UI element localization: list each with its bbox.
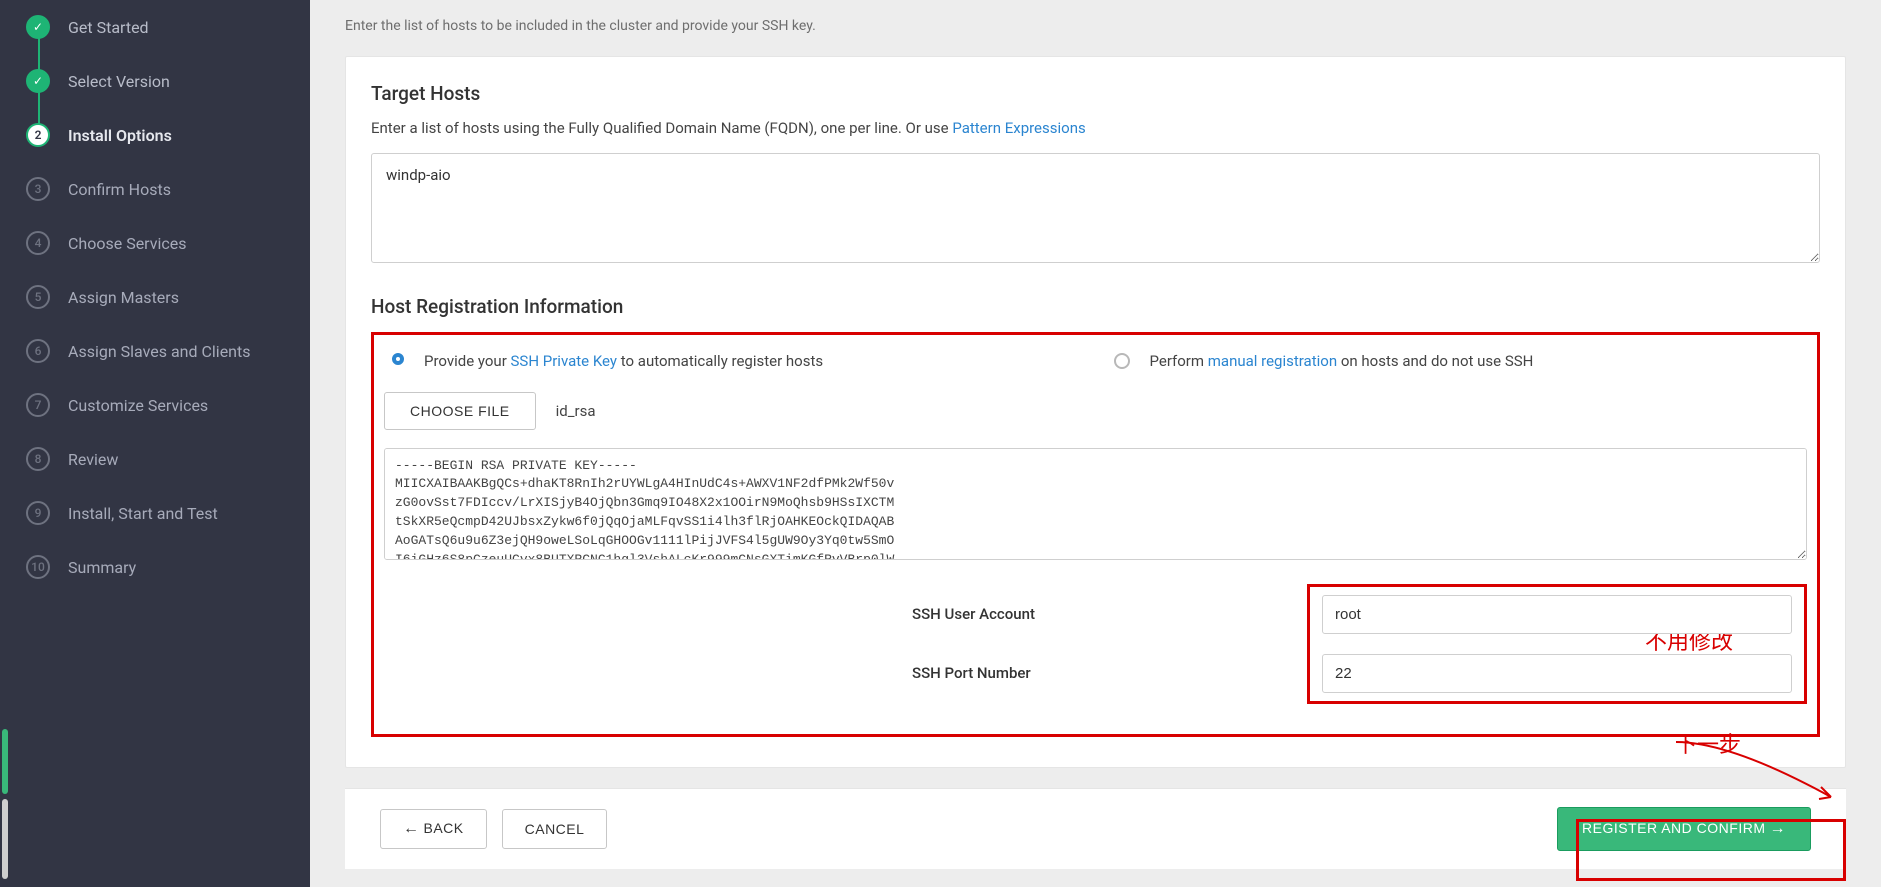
- registration-method-radios: Provide your SSH Private Key to automati…: [374, 345, 1817, 378]
- radio-label: Provide your SSH Private Key to automati…: [424, 350, 823, 373]
- step-number-icon: 3: [26, 177, 50, 201]
- ssh-port-row: SSH Port Number: [1322, 654, 1792, 693]
- target-hosts-title: Target Hosts: [371, 82, 1820, 105]
- text: Provide your: [424, 352, 511, 370]
- host-registration-title: Host Registration Information: [371, 295, 1820, 318]
- main-content: Enter the list of hosts to be included i…: [310, 0, 1881, 887]
- wizard-step-summary[interactable]: 10 Summary: [0, 540, 310, 594]
- ssh-key-textarea[interactable]: [384, 448, 1807, 560]
- wizard-step-label: Get Started: [68, 18, 149, 37]
- wizard-step-label: Install, Start and Test: [68, 504, 218, 523]
- ssh-user-input[interactable]: [1322, 595, 1792, 634]
- ssh-port-input[interactable]: [1322, 654, 1792, 693]
- scrollbar-track[interactable]: [2, 799, 8, 879]
- wizard-step-install-start-test[interactable]: 9 Install, Start and Test: [0, 486, 310, 540]
- text: Perform: [1150, 352, 1208, 370]
- text: to automatically register hosts: [617, 352, 823, 370]
- choose-file-button[interactable]: CHOOSE FILE: [384, 392, 536, 430]
- target-hosts-textarea[interactable]: [371, 153, 1820, 263]
- footer-left-buttons: ←BACK CANCEL: [380, 809, 607, 849]
- chosen-file-name: id_rsa: [556, 402, 596, 420]
- wizard-step-confirm-hosts[interactable]: 3 Confirm Hosts: [0, 162, 310, 216]
- wizard-step-select-version[interactable]: ✓ Select Version: [0, 54, 310, 108]
- step-number-icon: 4: [26, 231, 50, 255]
- install-options-card: Target Hosts Enter a list of hosts using…: [345, 56, 1846, 768]
- radio-label: Perform manual registration on hosts and…: [1150, 350, 1534, 373]
- step-number-icon: 6: [26, 339, 50, 363]
- footer-right: REGISTER AND CONFIRM →: [1557, 807, 1811, 851]
- annotation-highlight-box: Provide your SSH Private Key to automati…: [371, 332, 1820, 737]
- wizard-step-choose-services[interactable]: 4 Choose Services: [0, 216, 310, 270]
- step-number-icon: 2: [26, 123, 50, 147]
- page-subtitle: Enter the list of hosts to be included i…: [310, 0, 1881, 56]
- manual-registration-link[interactable]: manual registration: [1208, 352, 1337, 370]
- check-icon: ✓: [26, 69, 50, 93]
- wizard-step-install-options[interactable]: 2 Install Options: [0, 108, 310, 162]
- wizard-step-label: Assign Masters: [68, 288, 179, 307]
- annotation-inner-highlight: 不用修改 SSH User Account SSH Port Number: [1307, 584, 1807, 704]
- step-number-icon: 10: [26, 555, 50, 579]
- step-number-icon: 7: [26, 393, 50, 417]
- wizard-step-label: Assign Slaves and Clients: [68, 342, 251, 361]
- back-button[interactable]: ←BACK: [380, 809, 487, 849]
- arrow-left-icon: ←: [403, 820, 420, 837]
- wizard-step-assign-masters[interactable]: 5 Assign Masters: [0, 270, 310, 324]
- wizard-step-assign-slaves[interactable]: 6 Assign Slaves and Clients: [0, 324, 310, 378]
- target-hosts-help: Enter a list of hosts using the Fully Qu…: [371, 119, 1820, 137]
- wizard-step-label: Install Options: [68, 126, 172, 145]
- wizard-footer: ←BACK CANCEL REGISTER AND CONFIRM →: [345, 788, 1846, 869]
- cancel-button[interactable]: CANCEL: [502, 809, 608, 849]
- wizard-step-customize-services[interactable]: 7 Customize Services: [0, 378, 310, 432]
- back-label: BACK: [424, 820, 464, 836]
- text: on hosts and do not use SSH: [1337, 352, 1533, 370]
- wizard-step-label: Confirm Hosts: [68, 180, 171, 199]
- radio-unchecked-icon: [1114, 353, 1130, 369]
- wizard-step-label: Select Version: [68, 72, 170, 91]
- wizard-step-review[interactable]: 8 Review: [0, 432, 310, 486]
- wizard-step-label: Summary: [68, 558, 136, 577]
- scrollbar-thumb[interactable]: [2, 729, 8, 794]
- step-number-icon: 9: [26, 501, 50, 525]
- wizard-step-label: Choose Services: [68, 234, 187, 253]
- wizard-step-label: Customize Services: [68, 396, 208, 415]
- ssh-user-label: SSH User Account: [912, 605, 1212, 623]
- radio-checked-icon: [392, 353, 404, 365]
- help-text: Enter a list of hosts using the Fully Qu…: [371, 119, 952, 137]
- check-icon: ✓: [26, 15, 50, 39]
- confirm-label: REGISTER AND CONFIRM: [1582, 820, 1765, 836]
- arrow-right-icon: →: [1770, 820, 1787, 837]
- ssh-private-key-link[interactable]: SSH Private Key: [511, 352, 618, 370]
- ssh-port-label: SSH Port Number: [912, 664, 1212, 682]
- wizard-sidebar: ✓ Get Started ✓ Select Version 2 Install…: [0, 0, 310, 887]
- wizard-step-get-started[interactable]: ✓ Get Started: [0, 0, 310, 54]
- ssh-key-file-row: CHOOSE FILE id_rsa: [374, 378, 1817, 440]
- radio-ssh-key[interactable]: Provide your SSH Private Key to automati…: [384, 345, 1086, 378]
- step-number-icon: 8: [26, 447, 50, 471]
- ssh-user-row: SSH User Account: [1322, 595, 1792, 634]
- radio-manual-registration[interactable]: Perform manual registration on hosts and…: [1106, 345, 1808, 378]
- wizard-step-label: Review: [68, 450, 118, 469]
- register-and-confirm-button[interactable]: REGISTER AND CONFIRM →: [1557, 807, 1811, 851]
- pattern-expressions-link[interactable]: Pattern Expressions: [952, 119, 1085, 137]
- step-number-icon: 5: [26, 285, 50, 309]
